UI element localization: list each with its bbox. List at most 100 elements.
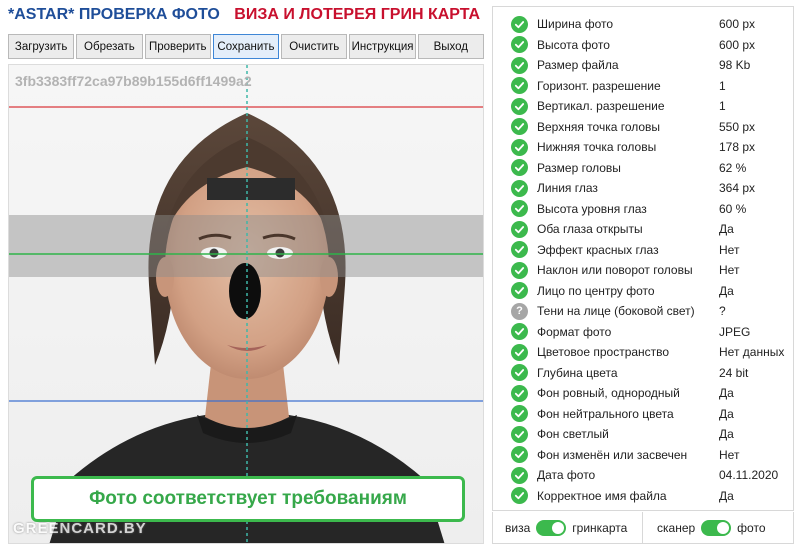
check-value: 24 bit xyxy=(719,365,749,380)
check-row: Лицо по центру фото Да xyxy=(493,281,793,301)
check-label: Ширина фото xyxy=(537,17,614,31)
check-row: Фон нейтрального цвета Да xyxy=(493,404,793,424)
check-label: Верхняя точка головы xyxy=(537,119,661,134)
check-value: 98 Kb xyxy=(719,58,751,72)
check-label: Дата фото xyxy=(537,468,596,482)
check-value: 600 px xyxy=(719,17,756,31)
check-row: Корректное имя файла Да xyxy=(493,486,793,506)
check-value: 178 px xyxy=(719,140,756,154)
check-row: Высота фото 600 px xyxy=(493,35,793,55)
forehead-redaction xyxy=(207,178,295,200)
check-label: Фон нейтрального цвета xyxy=(537,406,674,421)
portrait-photo xyxy=(9,65,483,543)
check-row: ? Тени на лице (боковой свет)? xyxy=(493,301,793,321)
check-row: Фон ровный, однородный Да xyxy=(493,383,793,403)
check-value: 600 px xyxy=(719,37,756,52)
check-label: Нижняя точка головы xyxy=(537,140,657,154)
check-value: Нет данных xyxy=(719,345,785,359)
check-label: Размер головы xyxy=(537,160,621,175)
check-value: 60 % xyxy=(719,201,747,216)
save-button[interactable]: Сохранить xyxy=(212,34,280,59)
check-circle-icon xyxy=(511,261,528,279)
result-banner: Фото соответствует требованиям xyxy=(31,476,465,522)
check-circle-icon xyxy=(511,384,528,402)
check-label: Фон изменён или засвечен xyxy=(537,447,688,462)
check-circle-icon xyxy=(511,282,528,299)
check-label: Корректное имя файла xyxy=(537,488,667,503)
check-label: Высота уровня глаз xyxy=(537,201,647,216)
check-label: Тени на лице (боковой свет) xyxy=(537,304,695,318)
check-label: Фон светлый xyxy=(537,427,609,441)
type-toggle-knob xyxy=(552,521,565,534)
check-circle-icon xyxy=(511,200,528,217)
check-circle-icon xyxy=(511,405,528,422)
check-value: Да xyxy=(719,427,734,441)
check-label: Формат фото xyxy=(537,324,612,339)
check-circle-icon xyxy=(511,323,528,340)
check-button[interactable]: Проверить xyxy=(144,34,211,59)
scanner-label: сканер xyxy=(657,520,696,535)
check-row: Оба глаза открыты Да xyxy=(493,219,793,239)
check-circle-icon xyxy=(511,159,528,176)
check-value: 550 px xyxy=(719,119,756,134)
visa-label: виза xyxy=(505,520,531,535)
source-toggle-knob xyxy=(717,521,730,534)
check-row: Вертикал. разрешение 1 xyxy=(493,96,793,116)
app-title: *ASTAR* ПРОВЕРКА ФОТО ВИЗА И ЛОТЕРЕЯ ГРИ… xyxy=(8,6,488,32)
check-label: Оба глаза открыты xyxy=(537,222,643,236)
instruction-button[interactable]: Инструкция xyxy=(349,34,416,59)
check-label: Линия глаз xyxy=(537,181,598,195)
check-circle-icon xyxy=(511,487,528,504)
check-row: Горизонт. разрешение 1 xyxy=(493,76,793,96)
watermark: GREENCARD.BY xyxy=(13,520,147,537)
photo-preview[interactable]: 3fb3383ff72ca97b89b155d6ff1499a2 Фото со… xyxy=(8,64,484,544)
crop-button[interactable]: Обрезать xyxy=(76,34,143,59)
check-circle-icon xyxy=(511,56,528,74)
check-row: Размер файла 98 Kb xyxy=(493,55,793,75)
check-circle-icon xyxy=(511,138,528,156)
check-row: Фон светлый Да xyxy=(493,424,793,444)
check-label: Глубина цвета xyxy=(537,365,618,380)
source-toggle[interactable] xyxy=(701,519,732,536)
check-circle-icon xyxy=(511,15,528,33)
exit-button[interactable]: Выход xyxy=(417,34,484,59)
check-value: 04.11.2020 xyxy=(719,468,779,482)
title-subject: ВИЗА И ЛОТЕРЕЯ ГРИН КАРТА xyxy=(234,6,481,23)
load-button[interactable]: Загрузить xyxy=(8,34,75,59)
check-value: Да xyxy=(719,386,734,400)
check-row: Дата фото 04.11.2020 xyxy=(493,465,793,485)
check-label: Цветовое пространство xyxy=(537,345,670,359)
check-circle-icon xyxy=(511,36,528,53)
question-circle-icon: ? xyxy=(511,302,528,320)
check-label: Наклон или поворот головы xyxy=(537,263,693,277)
check-label: Эффект красных глаз xyxy=(537,242,659,257)
check-circle-icon xyxy=(511,118,528,135)
check-row: Высота уровня глаз 60 % xyxy=(493,199,793,219)
nose-redaction xyxy=(229,263,261,319)
check-label: Горизонт. разрешение xyxy=(537,78,661,93)
check-value: Нет xyxy=(719,263,740,277)
check-circle-icon xyxy=(511,220,528,238)
check-circle-icon xyxy=(511,77,528,94)
toolbar: Загрузить Обрезать Проверить Сохранить О… xyxy=(8,34,484,60)
check-value: 364 px xyxy=(719,181,756,195)
check-circle-icon xyxy=(511,364,528,381)
clear-button[interactable]: Очистить xyxy=(281,34,348,59)
check-label: Лицо по центру фото xyxy=(537,283,655,298)
check-circle-icon xyxy=(511,241,528,258)
check-row: Верхняя точка головы 550 px xyxy=(493,117,793,137)
check-label: Фон ровный, однородный xyxy=(537,386,680,400)
check-circle-icon xyxy=(511,343,528,361)
mode-toggles: виза гринкарта сканер фото xyxy=(492,512,794,544)
check-value: Да xyxy=(719,488,734,503)
type-toggle[interactable] xyxy=(536,519,567,536)
check-row: Цветовое пространство Нет данных xyxy=(493,342,793,362)
check-row: Глубина цвета 24 bit xyxy=(493,363,793,383)
check-circle-icon xyxy=(511,179,528,197)
photo-hash: 3fb3383ff72ca97b89b155d6ff1499a2 xyxy=(15,73,252,89)
check-value: Да xyxy=(719,283,734,298)
check-label: Вертикал. разрешение xyxy=(537,99,665,113)
check-value: ? xyxy=(719,304,726,318)
check-circle-icon xyxy=(511,466,528,484)
check-row: Фон изменён или засвечен Нет xyxy=(493,445,793,465)
